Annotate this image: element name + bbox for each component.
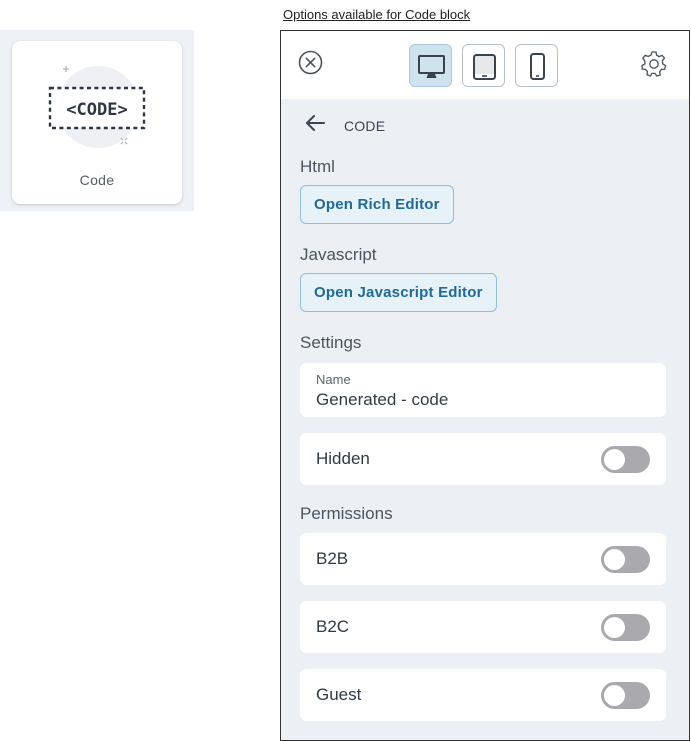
tablet-view-button[interactable] xyxy=(462,44,505,87)
toggle-knob xyxy=(604,685,625,706)
arrow-left-icon[interactable] xyxy=(303,111,327,135)
toggle-knob xyxy=(604,617,625,638)
b2c-toggle[interactable] xyxy=(601,614,650,641)
block-title: CODE xyxy=(344,118,386,134)
hidden-toggle-label: Hidden xyxy=(316,449,370,468)
toggle-knob xyxy=(604,549,625,570)
html-section-label: Html xyxy=(300,157,335,176)
mobile-view-button[interactable] xyxy=(515,44,558,87)
mobile-icon xyxy=(530,53,545,80)
name-field-label: Name xyxy=(316,372,351,387)
caption: Options available for Code block xyxy=(283,7,471,22)
javascript-section-label: Javascript xyxy=(300,245,377,264)
desktop-icon xyxy=(418,55,445,78)
permission-label-b2c: B2C xyxy=(316,617,350,636)
open-javascript-editor-button[interactable]: Open Javascript Editor xyxy=(300,273,497,312)
desktop-view-button[interactable] xyxy=(409,44,452,87)
tablet-icon xyxy=(473,54,496,80)
permission-row-b2c: B2C xyxy=(300,601,666,653)
toggle-knob xyxy=(604,449,625,470)
code-block-label: Code xyxy=(79,172,115,188)
code-block-tile[interactable]: <CODE> Code xyxy=(12,41,182,204)
guest-toggle[interactable] xyxy=(601,682,650,709)
settings-section-label: Settings xyxy=(300,333,362,352)
permission-row-guest: Guest xyxy=(300,669,666,721)
panel-toolbar xyxy=(281,31,689,99)
gear-icon[interactable] xyxy=(640,50,668,78)
permission-row-b2b: B2B xyxy=(300,533,666,585)
name-field-value[interactable]: Generated - code xyxy=(316,390,448,410)
code-art-text: <CODE> xyxy=(66,100,127,120)
name-field[interactable]: Name Generated - code xyxy=(300,363,666,417)
options-panel: CODE Html Open Rich Editor Javascript Op… xyxy=(280,30,690,741)
permissions-section-label: Permissions xyxy=(300,504,393,523)
code-tag-icon: <CODE> xyxy=(48,66,146,148)
hidden-toggle[interactable] xyxy=(601,446,650,473)
close-icon[interactable] xyxy=(298,50,323,75)
b2b-toggle[interactable] xyxy=(601,546,650,573)
hidden-setting-row: Hidden xyxy=(300,433,666,485)
open-rich-editor-button[interactable]: Open Rich Editor xyxy=(300,185,454,224)
permission-label-guest: Guest xyxy=(316,685,362,704)
permission-label-b2b: B2B xyxy=(316,549,349,568)
